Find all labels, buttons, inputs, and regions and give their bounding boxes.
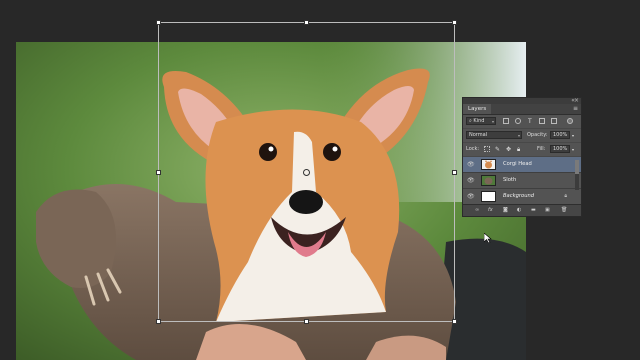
layers-scrollbar[interactable] bbox=[575, 160, 579, 190]
free-transform-box[interactable] bbox=[156, 20, 457, 324]
lock-image-icon[interactable]: ✎ bbox=[495, 143, 500, 156]
layer-row-corgi-head[interactable]: 👁︎ Corgi Head bbox=[463, 157, 581, 173]
layer-name[interactable]: Sloth bbox=[503, 173, 516, 188]
filter-type-icon[interactable]: T bbox=[528, 115, 532, 128]
filter-toggle-icon[interactable] bbox=[567, 118, 573, 124]
transform-reference-point[interactable] bbox=[303, 169, 310, 176]
visibility-eye-icon[interactable]: 👁︎ bbox=[467, 177, 475, 184]
blend-mode-select[interactable]: Normal ▾ bbox=[466, 131, 522, 139]
panel-bottom-bar: ∞ fx ◙ ◐ ▬ ▣ 🗑︎ bbox=[463, 204, 581, 216]
panel-menu-icon[interactable]: ≡ bbox=[573, 105, 578, 112]
scrollbar-thumb[interactable] bbox=[575, 160, 579, 174]
lock-label: Lock: bbox=[466, 146, 480, 152]
layer-thumbnail bbox=[481, 175, 496, 186]
kind-filter-select[interactable]: ⌕ Kind ▾ bbox=[466, 117, 496, 125]
corgi-thumbnail-icon bbox=[485, 160, 492, 169]
transform-handle-bottom-left[interactable] bbox=[156, 319, 161, 324]
sloth-thumbnail-icon bbox=[484, 177, 493, 185]
fill-input[interactable]: 100% bbox=[550, 145, 570, 153]
layer-thumbnail bbox=[481, 191, 496, 202]
filter-row: ⌕ Kind ▾ T bbox=[463, 115, 581, 129]
transform-handle-top[interactable] bbox=[304, 20, 309, 25]
blend-row: Normal ▾ Opacity: 100% ▾ bbox=[463, 129, 581, 143]
panel-tab-row: Layers ≡ bbox=[463, 104, 581, 115]
filter-smart-object-icon[interactable] bbox=[551, 118, 557, 124]
workspace[interactable]: «× Layers ≡ ⌕ Kind ▾ T Normal ▾ Opacity: 1… bbox=[0, 0, 640, 360]
chevron-down-icon: ▾ bbox=[517, 133, 520, 138]
fx-icon[interactable]: fx bbox=[488, 207, 493, 213]
transform-handle-bottom[interactable] bbox=[304, 319, 309, 324]
link-icon[interactable]: ∞ bbox=[475, 207, 479, 213]
opacity-input[interactable]: 100% bbox=[550, 131, 570, 139]
layer-row-background[interactable]: 👁︎ Background 🔒︎ bbox=[463, 189, 581, 205]
layer-row-sloth[interactable]: 👁︎ Sloth bbox=[463, 173, 581, 189]
lock-all-icon[interactable]: 🔒︎ bbox=[517, 143, 520, 156]
fill-label: Fill: bbox=[537, 146, 546, 152]
kind-filter-label: Kind bbox=[473, 118, 485, 124]
filter-pixel-icon[interactable] bbox=[503, 118, 509, 124]
trash-icon[interactable]: 🗑︎ bbox=[561, 207, 567, 213]
filter-adjustment-icon[interactable] bbox=[515, 118, 521, 124]
chevron-down-icon: ▾ bbox=[491, 119, 494, 124]
layers-panel: «× Layers ≡ ⌕ Kind ▾ T Normal ▾ Opacity: 1… bbox=[462, 97, 582, 217]
layer-name[interactable]: Corgi Head bbox=[503, 157, 532, 172]
layer-name[interactable]: Background bbox=[503, 189, 534, 204]
transform-handle-top-left[interactable] bbox=[156, 20, 161, 25]
lock-position-icon[interactable]: ✥ bbox=[506, 143, 511, 156]
lock-icon: 🔒︎ bbox=[564, 193, 567, 199]
chevron-down-icon[interactable]: ▾ bbox=[572, 129, 574, 142]
transform-handle-bottom-right[interactable] bbox=[452, 319, 457, 324]
opacity-label: Opacity: bbox=[527, 132, 548, 138]
blend-mode-value: Normal bbox=[469, 132, 488, 138]
mouse-cursor-icon bbox=[484, 233, 492, 243]
collapse-icon[interactable]: «× bbox=[571, 97, 579, 104]
transform-handle-left[interactable] bbox=[156, 170, 161, 175]
fill-value: 100% bbox=[553, 146, 568, 152]
adjustment-icon[interactable]: ◐ bbox=[517, 207, 521, 213]
lock-row: Lock: ✎ ✥ 🔒︎ Fill: 100% ▾ bbox=[463, 143, 581, 157]
layer-thumbnail bbox=[481, 159, 496, 170]
filter-shape-icon[interactable] bbox=[539, 118, 545, 124]
visibility-eye-icon[interactable]: 👁︎ bbox=[467, 193, 475, 200]
mask-icon[interactable]: ◙ bbox=[503, 207, 508, 213]
lock-transparent-icon[interactable] bbox=[484, 146, 490, 152]
search-icon: ⌕ bbox=[469, 118, 472, 124]
transform-handle-right[interactable] bbox=[452, 170, 457, 175]
transform-handle-top-right[interactable] bbox=[452, 20, 457, 25]
new-layer-icon[interactable]: ▣ bbox=[545, 207, 550, 213]
tab-layers[interactable]: Layers bbox=[463, 104, 492, 114]
opacity-value: 100% bbox=[553, 132, 568, 138]
folder-icon[interactable]: ▬ bbox=[531, 207, 536, 213]
visibility-eye-icon[interactable]: 👁︎ bbox=[467, 161, 475, 168]
chevron-down-icon[interactable]: ▾ bbox=[572, 143, 574, 156]
